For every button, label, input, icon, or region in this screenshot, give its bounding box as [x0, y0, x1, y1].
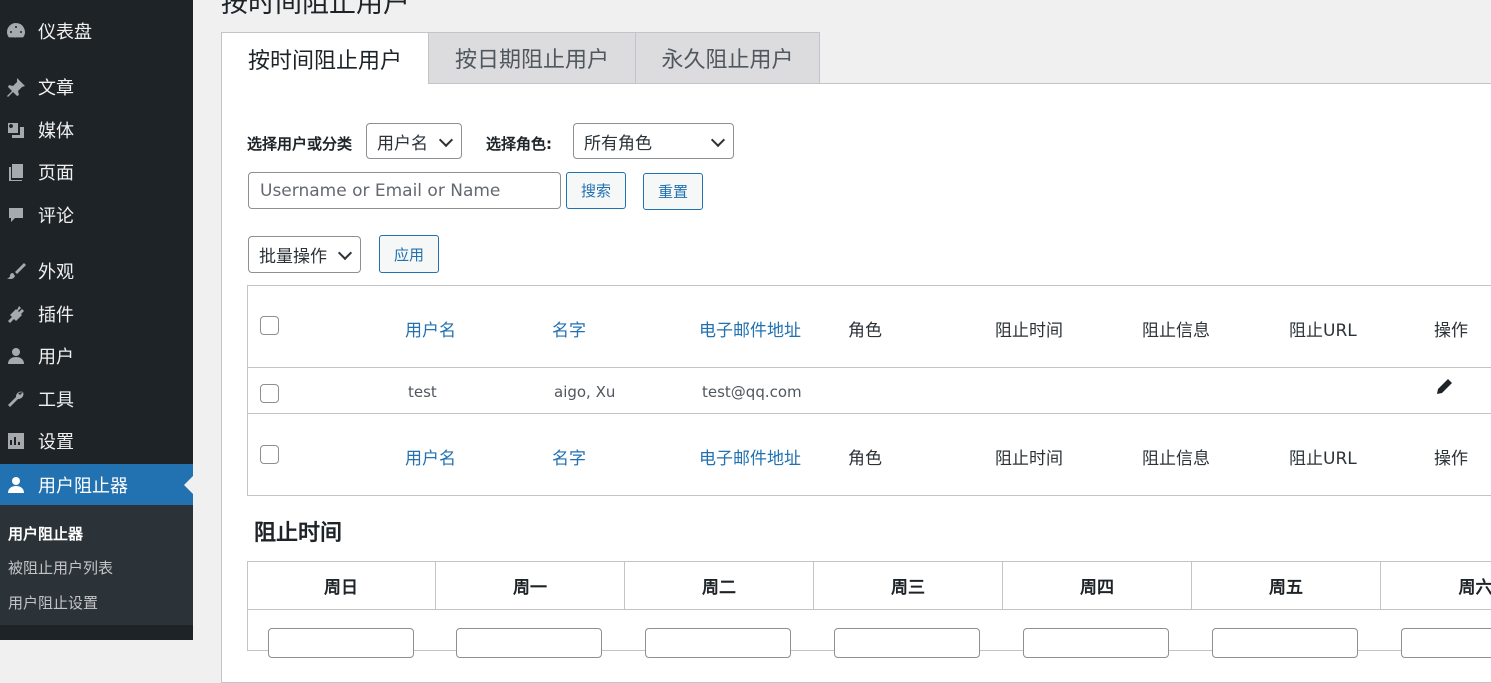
monday-time-input[interactable] [456, 628, 602, 658]
wrench-icon [5, 388, 27, 410]
tab-block-permanent[interactable]: 永久阻止用户 [635, 32, 820, 83]
sidebar-item-dashboard[interactable]: 仪表盘 [0, 11, 193, 51]
role-select[interactable]: 所有角色 [573, 123, 734, 159]
column-block-time: 阻止时间 [995, 321, 1063, 341]
sidebar-item-label: 媒体 [38, 121, 74, 142]
select-value: 用户名 [377, 133, 428, 154]
column-role: 角色 [848, 321, 882, 341]
column-block-time: 阻止时间 [995, 449, 1063, 469]
column-block-message: 阻止信息 [1142, 321, 1210, 341]
submenu-item-settings[interactable]: 用户阻止设置 [8, 592, 98, 613]
role-label: 选择角色: [486, 135, 552, 153]
submenu-item-blocked-list[interactable]: 被阻止用户列表 [8, 557, 113, 578]
weekday-wednesday: 周三 [814, 561, 1003, 609]
admin-sidebar: 仪表盘 文章 媒体 页面 评论 外观 插件 用户 工具 设置 用户阻止器 用户阻… [0, 0, 193, 640]
saturday-time-input[interactable] [1401, 628, 1491, 658]
cell-name: aigo, Xu [554, 383, 616, 401]
sidebar-item-label: 用户 [38, 347, 74, 368]
weekday-sunday: 周日 [247, 561, 436, 609]
sunday-time-input[interactable] [268, 628, 414, 658]
dashboard-icon [5, 20, 27, 42]
column-role: 角色 [848, 449, 882, 469]
weekday-saturday: 周六 [1458, 577, 1491, 598]
sidebar-item-pages[interactable]: 页面 [0, 152, 193, 192]
sidebar-item-settings[interactable]: 设置 [0, 421, 193, 461]
table-divider [247, 367, 1491, 368]
sidebar-item-appearance[interactable]: 外观 [0, 251, 193, 291]
wednesday-time-input[interactable] [834, 628, 980, 658]
friday-time-input[interactable] [1212, 628, 1358, 658]
apply-button[interactable]: 应用 [379, 235, 439, 273]
sidebar-item-label: 仪表盘 [38, 22, 92, 43]
media-icon [5, 119, 27, 141]
pin-icon [5, 76, 27, 98]
select-value: 批量操作 [259, 247, 327, 267]
user-icon [5, 345, 27, 367]
sidebar-item-media[interactable]: 媒体 [0, 110, 193, 150]
sidebar-item-label: 文章 [38, 78, 74, 99]
column-name[interactable]: 名字 [552, 444, 586, 469]
column-actions: 操作 [1434, 321, 1468, 341]
table-divider [247, 413, 1491, 414]
column-username[interactable]: 用户名 [405, 316, 456, 341]
plugin-icon [5, 303, 27, 325]
column-block-url: 阻止URL [1289, 321, 1357, 341]
page-title: 按时间阻止用户 [221, 0, 410, 19]
sidebar-item-label: 用户阻止器 [38, 475, 128, 497]
row-checkbox[interactable] [260, 384, 279, 403]
sidebar-item-tools[interactable]: 工具 [0, 379, 193, 419]
tab-block-by-date[interactable]: 按日期阻止用户 [428, 32, 636, 83]
reset-button[interactable]: 重置 [643, 173, 703, 210]
cell-email: test@qq.com [702, 383, 802, 401]
sidebar-item-plugins[interactable]: 插件 [0, 294, 193, 334]
user-category-select[interactable]: 用户名 [366, 123, 462, 159]
block-time-title: 阻止时间 [254, 521, 343, 546]
chevron-down-icon [337, 245, 353, 261]
column-email[interactable]: 电子邮件地址 [699, 444, 801, 469]
active-indicator-arrow [184, 476, 193, 494]
sidebar-item-label: 页面 [38, 163, 74, 184]
sidebar-item-posts[interactable]: 文章 [0, 67, 193, 107]
weekday-tuesday: 周二 [625, 561, 814, 609]
page-icon [5, 161, 27, 183]
settings-icon [5, 430, 27, 452]
sidebar-submenu: 用户阻止器 被阻止用户列表 用户阻止设置 [0, 505, 193, 625]
tab-block-by-time[interactable]: 按时间阻止用户 [221, 32, 429, 84]
edit-pencil-icon[interactable] [1434, 377, 1454, 397]
sidebar-item-users[interactable]: 用户 [0, 336, 193, 376]
sidebar-item-label: 外观 [38, 262, 74, 283]
column-email[interactable]: 电子邮件地址 [699, 316, 801, 341]
column-block-message: 阻止信息 [1142, 449, 1210, 469]
search-input[interactable] [248, 172, 561, 209]
column-actions: 操作 [1434, 449, 1468, 469]
column-username[interactable]: 用户名 [405, 444, 456, 469]
weekday-monday: 周一 [436, 561, 625, 609]
weekday-divider [247, 609, 1491, 610]
select-all-checkbox-footer[interactable] [260, 445, 279, 464]
bulk-action-select[interactable]: 批量操作 [248, 236, 361, 273]
column-block-url: 阻止URL [1289, 449, 1357, 469]
user-category-label: 选择用户或分类 [247, 135, 353, 153]
sidebar-item-label: 工具 [38, 390, 74, 411]
sidebar-item-comments[interactable]: 评论 [0, 195, 193, 235]
sidebar-item-label: 评论 [38, 206, 74, 227]
search-button[interactable]: 搜索 [566, 172, 626, 209]
weekday-thursday: 周四 [1003, 561, 1192, 609]
sidebar-item-label: 设置 [38, 432, 74, 453]
sidebar-item-label: 插件 [38, 305, 74, 326]
thursday-time-input[interactable] [1023, 628, 1169, 658]
comment-icon [5, 204, 27, 226]
column-name[interactable]: 名字 [552, 316, 586, 341]
submenu-item-user-blocker[interactable]: 用户阻止器 [8, 523, 83, 544]
cell-username: test [408, 383, 437, 401]
user-icon [5, 474, 27, 496]
sidebar-item-user-blocker[interactable]: 用户阻止器 [0, 464, 193, 505]
select-value: 所有角色 [584, 133, 652, 154]
brush-icon [5, 260, 27, 282]
chevron-down-icon [438, 132, 454, 148]
select-all-checkbox[interactable] [260, 316, 279, 335]
chevron-down-icon [710, 132, 726, 148]
tuesday-time-input[interactable] [645, 628, 791, 658]
weekday-friday: 周五 [1192, 561, 1381, 609]
